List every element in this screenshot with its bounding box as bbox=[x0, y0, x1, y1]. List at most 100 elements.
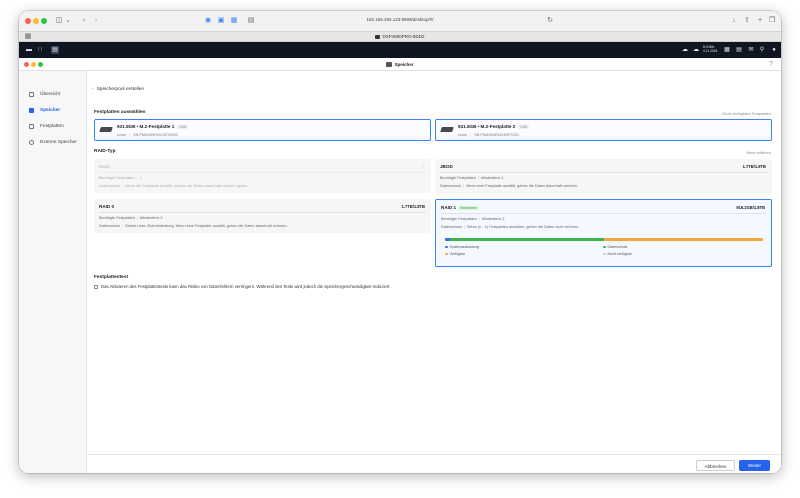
download-icon[interactable]: ↓ bbox=[729, 16, 739, 26]
app-grid-icon[interactable]: ∷ bbox=[36, 46, 44, 54]
search-icon[interactable]: ⚲ bbox=[758, 46, 766, 54]
sidebar-item-overview[interactable]: Übersicht bbox=[22, 89, 84, 100]
breadcrumb[interactable]: ‹ Speicherpool erstellen bbox=[92, 87, 144, 92]
raid-card-raid0[interactable]: RAID 0 1.7TB/1.8TB Benötigte Festplatten… bbox=[94, 199, 431, 233]
disk-status: Leser | SN:PMA39NR00150FS20C bbox=[458, 133, 520, 137]
disk-type-badge: SSD bbox=[177, 125, 189, 129]
legend-dot bbox=[603, 252, 606, 255]
disk-name: 931.5GB • M.2-Festplatte 2 SSD bbox=[458, 124, 530, 129]
overview-icon bbox=[29, 92, 34, 97]
unavailable-disks-link[interactable]: Nicht verfügbare Festplatten bbox=[722, 111, 771, 116]
sidebar-item-storage[interactable]: Speicher bbox=[22, 105, 84, 116]
raid-name: JBOD bbox=[440, 164, 453, 169]
disk-icon bbox=[29, 124, 34, 129]
disk-card-1[interactable]: 931.5GB • M.2-Festplatte 1 SSD Leser | SN:P… bbox=[94, 119, 431, 141]
disk-name-text: 931.5GB • M.2-Festplatte 1 bbox=[117, 124, 175, 129]
divider bbox=[441, 213, 766, 214]
disk-test-checkbox[interactable] bbox=[94, 285, 98, 289]
raid-card-jbod[interactable]: JBOD 1.7TB/1.8TB Benötigte Festplatten | M… bbox=[435, 159, 772, 193]
main-content: ‹ Speicherpool erstellen Festplatten ausw… bbox=[87, 71, 781, 473]
raid-card-raid1[interactable]: RAID 1 Empfohlen 916.2GB/1.8TB Benötigte … bbox=[435, 199, 772, 267]
disk-test-checkbox-label: Das Aktivieren des Festplattentests kann… bbox=[101, 284, 391, 289]
storage-app-icon[interactable]: ▤ bbox=[51, 46, 59, 54]
legend-label: Datenschutz bbox=[607, 245, 628, 249]
legend-dot bbox=[445, 245, 448, 248]
learn-more-link[interactable]: Mehr erfahren bbox=[747, 150, 771, 155]
protection-value: Starke Lese-/Schreibleistung. Wenn eine … bbox=[125, 224, 288, 228]
raid-required: Benötigte Festplatten | Mindestens 2 bbox=[99, 216, 163, 220]
storage-icon bbox=[29, 108, 34, 113]
next-button[interactable]: Weiter bbox=[739, 460, 770, 471]
nas-taskbar: ▬ ∷ ▤ ☁ ☁ 8:3 Mitt. 4.11.2024 ▦ ▤ ✉ ⚲ ● bbox=[19, 42, 781, 58]
chevron-left-icon[interactable]: ‹ bbox=[92, 87, 94, 92]
tab-active[interactable]: DXP4800PRO-8DD2 bbox=[19, 34, 781, 39]
disk-serial: SN:PMA39NR00130Y520C bbox=[133, 133, 179, 137]
raid-card-basic: Basic ⌄ Benötigte Festplatten | 1 Datensch… bbox=[94, 159, 431, 193]
browser-toolbar: ◫ ⌄ ‹ › ◉ ▣ ▦ ▤ 192.168.255.123:9999/des… bbox=[19, 11, 781, 31]
sidebar: Übersicht Speicher Festplatten Externe S… bbox=[19, 71, 87, 473]
protection-value: Wenn (n - 1) Festplatten ausfallen, gehe… bbox=[467, 225, 580, 229]
divider bbox=[99, 212, 426, 213]
messages-icon[interactable]: ✉ bbox=[747, 46, 755, 54]
raid-name-text: RAID 1 bbox=[441, 205, 457, 210]
clock: 8:3 Mitt. 4.11.2024 bbox=[703, 45, 717, 53]
sidebar-item-disks[interactable]: Festplatten bbox=[22, 121, 84, 132]
raid-protection: Datenschutz | Starke Lese-/Schreibleistung… bbox=[99, 224, 288, 228]
legend-dot bbox=[603, 245, 606, 248]
user-icon[interactable]: ● bbox=[770, 46, 778, 54]
external-storage-icon bbox=[29, 140, 34, 145]
task-manager-icon[interactable]: ▦ bbox=[723, 46, 731, 54]
ssd-icon bbox=[440, 127, 454, 132]
legend-label: Nicht verfügbar bbox=[607, 252, 632, 256]
legend-item-available: Verfügbar bbox=[445, 252, 465, 256]
nas-favicon-icon bbox=[375, 34, 381, 39]
desktop-icon[interactable]: ▬ bbox=[25, 46, 33, 54]
disk-serial: SN:PMA39NR00150FS20C bbox=[474, 133, 520, 137]
sidebar-item-external-storage[interactable]: Externe Speicher bbox=[22, 137, 84, 148]
tab-title: DXP4800PRO-8DD2 bbox=[382, 34, 425, 39]
required-value: Mindestens 1 bbox=[480, 176, 504, 180]
disk-name: 931.5GB • M.2-Festplatte 1 SSD bbox=[117, 124, 189, 129]
usage-segment-available bbox=[604, 238, 763, 241]
protection-label: Datenschutz bbox=[99, 224, 121, 228]
disk-status-label: Leser bbox=[458, 133, 468, 137]
chevron-down-icon: ⌄ bbox=[420, 163, 425, 169]
required-value: Mindestens 2 bbox=[139, 216, 163, 220]
network-icon[interactable]: ☁ bbox=[692, 46, 700, 54]
storage-app-icon bbox=[386, 62, 393, 68]
required-label: Benötigte Festplatten bbox=[99, 176, 135, 180]
tab-overview-icon[interactable]: ❐ bbox=[767, 16, 777, 26]
cancel-button[interactable]: Abbrechen bbox=[696, 460, 735, 471]
disk-status-label: Leser bbox=[117, 133, 127, 137]
sidebar-item-label: Externe Speicher bbox=[40, 140, 77, 145]
share-icon[interactable]: ⇧ bbox=[742, 16, 752, 26]
raid-capacity: 1.7TB/1.8TB bbox=[742, 164, 766, 169]
disk-name-text: 931.5GB • M.2-Festplatte 2 bbox=[458, 124, 516, 129]
notifications-icon[interactable]: ▤ bbox=[735, 46, 743, 54]
raid-required: Benötigte Festplatten | 1 bbox=[99, 176, 143, 180]
raid-required: Benötigte Festplatten | Mindestens 2 bbox=[441, 217, 505, 221]
legend-item-system: Systemauslastung bbox=[445, 245, 479, 249]
help-icon[interactable]: ? bbox=[766, 60, 776, 70]
required-label: Benötigte Festplatten bbox=[99, 216, 135, 220]
reload-icon[interactable]: ↻ bbox=[545, 16, 555, 26]
app-titlebar: Speicher ? bbox=[19, 58, 781, 71]
protection-value: Wenn eine Festplatte ausfällt, gehen die… bbox=[466, 184, 578, 188]
required-value: 1 bbox=[139, 176, 143, 180]
raid-section-title: RAID-Typ bbox=[94, 149, 116, 154]
address-bar[interactable]: 192.168.255.123:9999/desktop/#/ bbox=[19, 17, 781, 22]
clock-date: 4.11.2024 bbox=[703, 49, 718, 53]
cloud-icon[interactable]: ☁ bbox=[681, 46, 689, 54]
disk-card-2[interactable]: 931.5GB • M.2-Festplatte 2 SSD Leser | SN:P… bbox=[435, 119, 772, 141]
raid-name: RAID 0 bbox=[99, 204, 115, 209]
raid-capacity: 916.2GB/1.8TB bbox=[736, 205, 765, 210]
new-tab-icon[interactable]: + bbox=[755, 16, 765, 26]
legend-label: Verfügbar bbox=[449, 252, 466, 256]
capacity-usage-bar bbox=[445, 238, 763, 241]
raid-protection: Datenschutz | Wenn (n - 1) Festplatten aus… bbox=[441, 225, 580, 229]
raid-required: Benötigte Festplatten | Mindestens 1 bbox=[440, 176, 504, 180]
tab-bar: ▦ DXP4800PRO-8DD2 bbox=[19, 31, 781, 42]
legend-label: Systemauslastung bbox=[449, 245, 479, 249]
raid-protection: Datenschutz | Wenn die Festplatte ausfällt… bbox=[99, 184, 249, 188]
protection-label: Datenschutz bbox=[441, 225, 463, 229]
